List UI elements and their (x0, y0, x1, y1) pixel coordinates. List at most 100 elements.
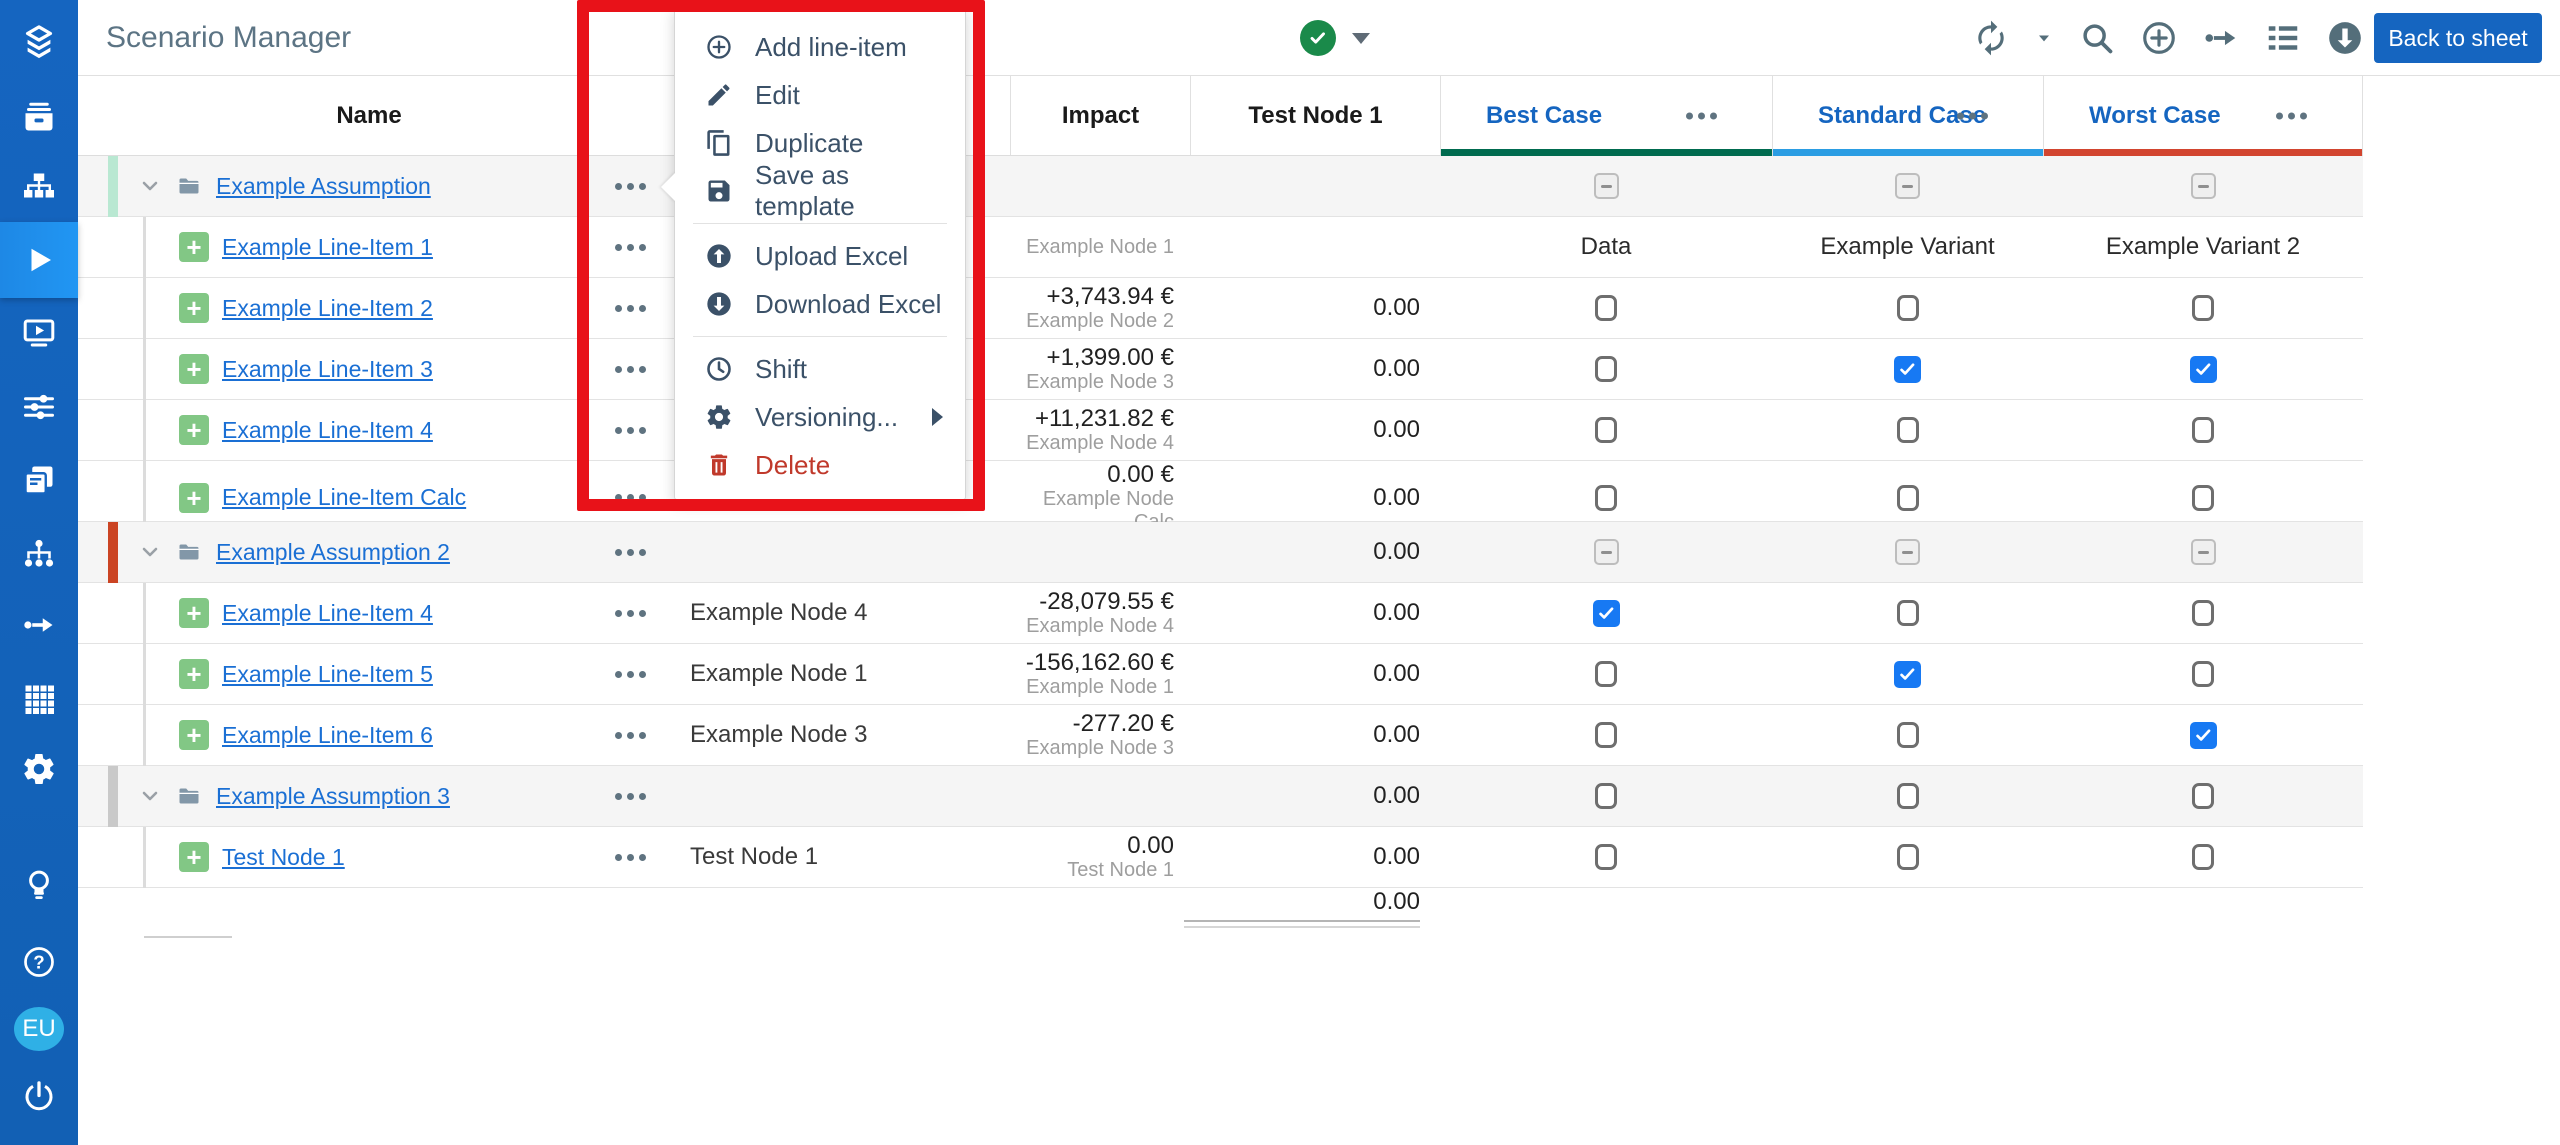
row-menu-dots[interactable] (615, 494, 646, 501)
menu-item-delete[interactable]: Delete (675, 441, 965, 489)
toolbar-search-icon[interactable] (2078, 19, 2116, 57)
status-dropdown[interactable] (1300, 20, 1370, 56)
checkbox-unchecked[interactable] (1595, 661, 1617, 687)
sidebar-item-lightbulb[interactable] (0, 848, 78, 922)
chevron-down-icon[interactable] (138, 784, 162, 808)
row-menu-dots[interactable] (615, 549, 646, 556)
checkbox-indeterminate[interactable] (1594, 539, 1619, 565)
menu-item-save-as-template[interactable]: Save as template (675, 167, 965, 215)
checkbox-unchecked[interactable] (1897, 600, 1919, 626)
column-header-standard-case[interactable]: Standard Case (1772, 76, 2043, 155)
toolbar-plus-circle-icon[interactable] (2140, 19, 2178, 57)
sidebar-item-help[interactable]: ? (0, 925, 78, 999)
row-name-link[interactable]: Example Line-Item 4 (222, 417, 433, 444)
menu-item-download-excel[interactable]: Download Excel (675, 280, 965, 328)
row-menu-dots[interactable] (615, 366, 646, 373)
row-menu-dots[interactable] (615, 854, 646, 861)
column-header-best-case[interactable]: Best Case (1440, 76, 1772, 155)
checkbox-unchecked[interactable] (1897, 722, 1919, 748)
checkbox-unchecked[interactable] (1897, 844, 1919, 870)
row-menu-dots[interactable] (615, 427, 646, 434)
row-name-link[interactable]: Example Line-Item 2 (222, 295, 433, 322)
menu-item-edit[interactable]: Edit (675, 71, 965, 119)
row-name-link[interactable]: Example Assumption 2 (216, 539, 450, 566)
toolbar-transfer-icon[interactable] (2202, 19, 2240, 57)
row-name-link[interactable]: Example Line-Item 5 (222, 661, 433, 688)
checkbox-checked[interactable] (1593, 600, 1620, 627)
user-avatar[interactable]: EU (14, 1007, 64, 1051)
case-dots[interactable] (1957, 112, 1988, 119)
case-dots[interactable] (2276, 112, 2307, 119)
case-dots[interactable] (1686, 112, 1717, 119)
checkbox-indeterminate[interactable] (1895, 539, 1920, 565)
checkbox-unchecked[interactable] (1595, 417, 1617, 443)
chevron-down-icon[interactable] (138, 174, 162, 198)
line-item-icon[interactable]: + (179, 720, 209, 750)
row-name-link[interactable]: Example Line-Item 6 (222, 722, 433, 749)
checkbox-unchecked[interactable] (2192, 485, 2214, 511)
row-menu-dots[interactable] (615, 793, 646, 800)
checkbox-indeterminate[interactable] (1895, 173, 1920, 199)
checkbox-unchecked[interactable] (2192, 783, 2214, 809)
checkbox-checked[interactable] (2190, 356, 2217, 383)
row-name-link[interactable]: Test Node 1 (222, 844, 345, 871)
row-name-link[interactable]: Example Line-Item 3 (222, 356, 433, 383)
sidebar-item-transfer[interactable] (0, 588, 78, 662)
toolbar-caret-down-icon[interactable] (2034, 28, 2054, 48)
line-item-icon[interactable]: + (179, 483, 209, 513)
row-name-link[interactable]: Example Line-Item 4 (222, 600, 433, 627)
checkbox-unchecked[interactable] (1897, 417, 1919, 443)
column-header-worst-case[interactable]: Worst Case (2043, 76, 2363, 155)
checkbox-unchecked[interactable] (2192, 295, 2214, 321)
row-menu-dots[interactable] (615, 610, 646, 617)
case-header-menu-dots[interactable] (1686, 112, 1717, 119)
checkbox-indeterminate[interactable] (1594, 173, 1619, 199)
sidebar-item-archive[interactable] (0, 80, 78, 154)
checkbox-checked[interactable] (2190, 722, 2217, 749)
checkbox-checked[interactable] (1894, 661, 1921, 688)
row-name-link[interactable]: Example Line-Item 1 (222, 234, 433, 261)
menu-item-add-line-item[interactable]: Add line-item (675, 23, 965, 71)
row-menu-dots[interactable] (615, 732, 646, 739)
checkbox-unchecked[interactable] (1897, 485, 1919, 511)
line-item-icon[interactable]: + (179, 842, 209, 872)
chevron-down-icon[interactable] (138, 540, 162, 564)
checkbox-unchecked[interactable] (1595, 783, 1617, 809)
checkbox-unchecked[interactable] (1595, 844, 1617, 870)
line-item-icon[interactable]: + (179, 232, 209, 262)
sidebar-item-network[interactable] (0, 517, 78, 591)
sidebar-item-layers-logo[interactable] (0, 4, 78, 78)
checkbox-unchecked[interactable] (1595, 722, 1617, 748)
menu-item-upload-excel[interactable]: Upload Excel (675, 232, 965, 280)
row-name-link[interactable]: Example Assumption (216, 173, 431, 200)
checkbox-indeterminate[interactable] (2191, 539, 2216, 565)
line-item-icon[interactable]: + (179, 415, 209, 445)
row-menu-dots[interactable] (615, 183, 646, 190)
line-item-icon[interactable]: + (179, 598, 209, 628)
row-menu-dots[interactable] (615, 671, 646, 678)
toolbar-refresh-icon[interactable] (1972, 19, 2010, 57)
sidebar-item-pages[interactable] (0, 443, 78, 517)
menu-item-shift[interactable]: Shift (675, 345, 965, 393)
line-item-icon[interactable]: + (179, 354, 209, 384)
sidebar-item-gear[interactable] (0, 732, 78, 806)
checkbox-unchecked[interactable] (1897, 783, 1919, 809)
toolbar-list-icon[interactable] (2264, 19, 2302, 57)
checkbox-unchecked[interactable] (2192, 661, 2214, 687)
checkbox-checked[interactable] (1894, 356, 1921, 383)
row-name-link[interactable]: Example Line-Item Calc (222, 484, 466, 511)
checkbox-unchecked[interactable] (1595, 295, 1617, 321)
sidebar-item-power[interactable] (0, 1060, 78, 1134)
row-name-link[interactable]: Example Assumption 3 (216, 783, 450, 810)
checkbox-unchecked[interactable] (1595, 356, 1617, 382)
case-header-menu-dots[interactable] (2276, 112, 2307, 119)
back-to-sheet-button[interactable]: Back to sheet (2374, 13, 2542, 63)
checkbox-unchecked[interactable] (2192, 600, 2214, 626)
sidebar-item-hierarchy[interactable] (0, 150, 78, 224)
sidebar-item-sliders[interactable] (0, 370, 78, 444)
checkbox-unchecked[interactable] (1897, 295, 1919, 321)
sidebar-item-grid[interactable] (0, 662, 78, 736)
sidebar-item-play[interactable] (0, 222, 78, 298)
checkbox-unchecked[interactable] (1595, 485, 1617, 511)
toolbar-download-circle-icon[interactable] (2326, 19, 2364, 57)
